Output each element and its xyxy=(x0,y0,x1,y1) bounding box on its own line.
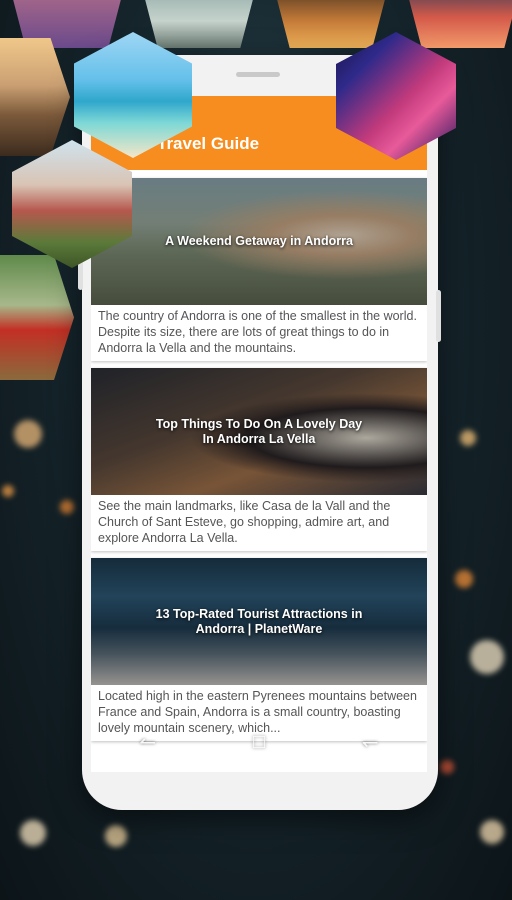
bokeh-light xyxy=(105,825,127,847)
app-screen: Travel Guide A Weekend Getaway in Andorr… xyxy=(91,96,427,772)
hexagon-photo-castle xyxy=(0,38,70,156)
article-card[interactable]: 13 Top-Rated Tourist Attractions in Ando… xyxy=(91,558,427,741)
bokeh-light xyxy=(60,500,74,514)
hexagon-photo-city-night xyxy=(272,0,390,48)
hexagon-photo-waterfall xyxy=(140,0,258,48)
recents-icon[interactable]: ↽ xyxy=(362,730,379,755)
phone-speaker xyxy=(236,72,280,77)
back-icon[interactable]: ↼ xyxy=(139,730,156,755)
bokeh-light xyxy=(470,640,504,674)
hexagon-photo-red-car xyxy=(0,255,74,380)
article-image: 13 Top-Rated Tourist Attractions in Ando… xyxy=(91,558,427,685)
article-card[interactable]: Top Things To Do On A Lovely Day In Ando… xyxy=(91,368,427,551)
bokeh-light xyxy=(14,420,42,448)
article-list: A Weekend Getaway in Andorra The country… xyxy=(91,178,427,748)
home-icon[interactable]: □ xyxy=(253,731,265,754)
article-image: A Weekend Getaway in Andorra xyxy=(91,178,427,305)
bokeh-light xyxy=(480,820,504,844)
article-title: Top Things To Do On A Lovely Day In Ando… xyxy=(155,416,363,446)
article-title: 13 Top-Rated Tourist Attractions in Ando… xyxy=(155,606,363,636)
navigation-bar: ↼ □ ↽ xyxy=(91,722,427,762)
phone-side-button xyxy=(436,290,441,342)
bokeh-light xyxy=(440,760,454,774)
article-description: The country of Andorra is one of the sma… xyxy=(98,309,417,355)
bokeh-light xyxy=(455,570,473,588)
article-card[interactable]: A Weekend Getaway in Andorra The country… xyxy=(91,178,427,361)
bokeh-light xyxy=(20,820,46,846)
bokeh-light xyxy=(460,430,476,446)
article-description: See the main landmarks, like Casa de la … xyxy=(98,499,391,545)
article-image: Top Things To Do On A Lovely Day In Ando… xyxy=(91,368,427,495)
hexagon-photo-sunset xyxy=(404,0,512,48)
bokeh-light xyxy=(2,485,14,497)
article-title: A Weekend Getaway in Andorra xyxy=(165,234,353,248)
